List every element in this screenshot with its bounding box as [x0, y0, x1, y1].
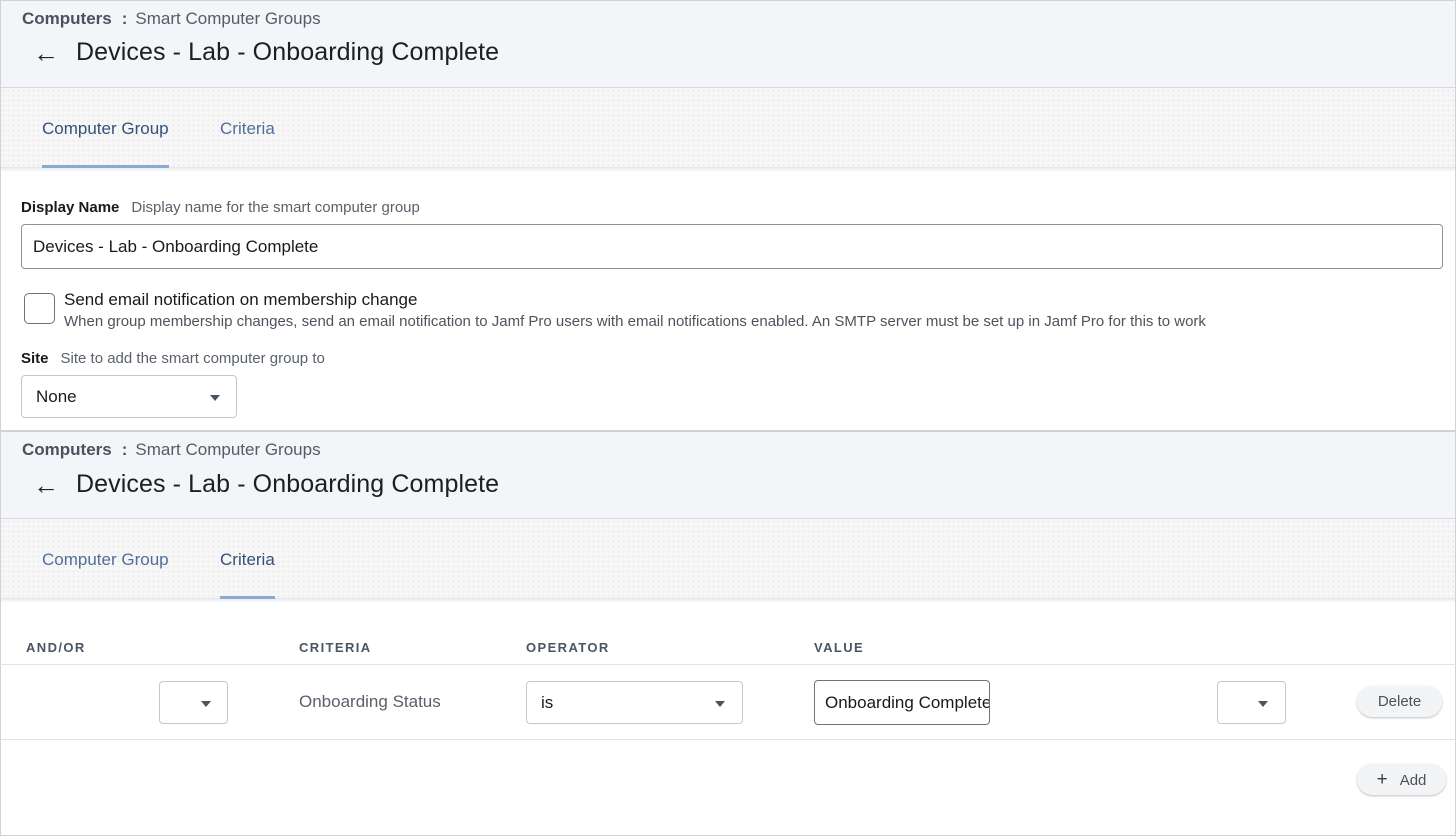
caret-down-icon — [201, 701, 211, 707]
page-title: Devices - Lab - Onboarding Complete — [76, 38, 500, 66]
site-label: Site — [21, 350, 49, 367]
column-header-value: VALUE — [814, 640, 865, 655]
site-label-row: Site Site to add the smart computer group… — [21, 350, 325, 367]
tab-bar: Computer Group Criteria — [1, 519, 1455, 603]
breadcrumb: Computers: Smart Computer Groups — [22, 9, 321, 29]
breadcrumb-separator: : — [121, 440, 128, 459]
plus-icon: + — [1376, 769, 1388, 790]
operator-select[interactable]: is — [526, 681, 743, 724]
site-select[interactable]: None — [21, 375, 237, 418]
tab-computer-group[interactable]: Computer Group — [42, 119, 169, 168]
email-notification-title: Send email notification on membership ch… — [64, 290, 418, 309]
back-arrow-icon[interactable]: ← — [33, 37, 59, 69]
tab-criteria[interactable]: Criteria — [220, 550, 275, 599]
column-header-operator: OPERATOR — [526, 640, 610, 655]
page-header: Computers: Smart Computer Groups ← Device… — [1, 1, 1455, 88]
caret-down-icon — [1258, 701, 1268, 707]
and-or-select[interactable] — [159, 681, 228, 724]
page-title: Devices - Lab - Onboarding Complete — [76, 470, 500, 498]
table-divider — [0, 664, 1456, 665]
breadcrumb-separator: : — [121, 9, 128, 28]
site-hint: Site to add the smart computer group to — [60, 350, 325, 367]
caret-down-icon — [715, 701, 725, 707]
email-notification-description: When group membership changes, send an e… — [64, 313, 1206, 330]
table-divider — [0, 739, 1456, 740]
site-select-value: None — [36, 387, 77, 406]
criteria-value-input[interactable]: Onboarding Complete — [814, 680, 990, 725]
closing-paren-select[interactable] — [1217, 681, 1286, 724]
criteria-panel: Computers: Smart Computer Groups ← Device… — [0, 431, 1456, 836]
tab-bar: Computer Group Criteria — [1, 88, 1455, 172]
column-header-criteria: CRITERIA — [299, 640, 372, 655]
breadcrumb-root[interactable]: Computers — [22, 9, 112, 28]
breadcrumb-current[interactable]: Smart Computer Groups — [135, 440, 320, 459]
operator-select-value: is — [541, 693, 554, 712]
criteria-name: Onboarding Status — [299, 692, 441, 711]
display-name-label-row: Display Name Display name for the smart c… — [21, 199, 420, 216]
display-name-input[interactable]: Devices - Lab - Onboarding Complete — [21, 224, 1443, 269]
column-header-and-or: AND/OR — [26, 640, 86, 655]
breadcrumb: Computers: Smart Computer Groups — [22, 440, 321, 460]
back-arrow-icon[interactable]: ← — [33, 469, 59, 501]
add-criteria-button[interactable]: + Add — [1357, 764, 1446, 795]
breadcrumb-root[interactable]: Computers — [22, 440, 112, 459]
caret-down-icon — [210, 395, 220, 401]
tab-computer-group[interactable]: Computer Group — [42, 550, 169, 596]
delete-button[interactable]: Delete — [1357, 686, 1442, 717]
display-name-label: Display Name — [21, 199, 120, 216]
breadcrumb-current[interactable]: Smart Computer Groups — [135, 9, 320, 28]
email-notification-checkbox[interactable] — [24, 293, 55, 324]
tab-criteria[interactable]: Criteria — [220, 119, 275, 165]
display-name-hint: Display name for the smart computer grou… — [131, 199, 420, 216]
page-header: Computers: Smart Computer Groups ← Device… — [1, 432, 1455, 519]
add-label: Add — [1399, 772, 1427, 789]
